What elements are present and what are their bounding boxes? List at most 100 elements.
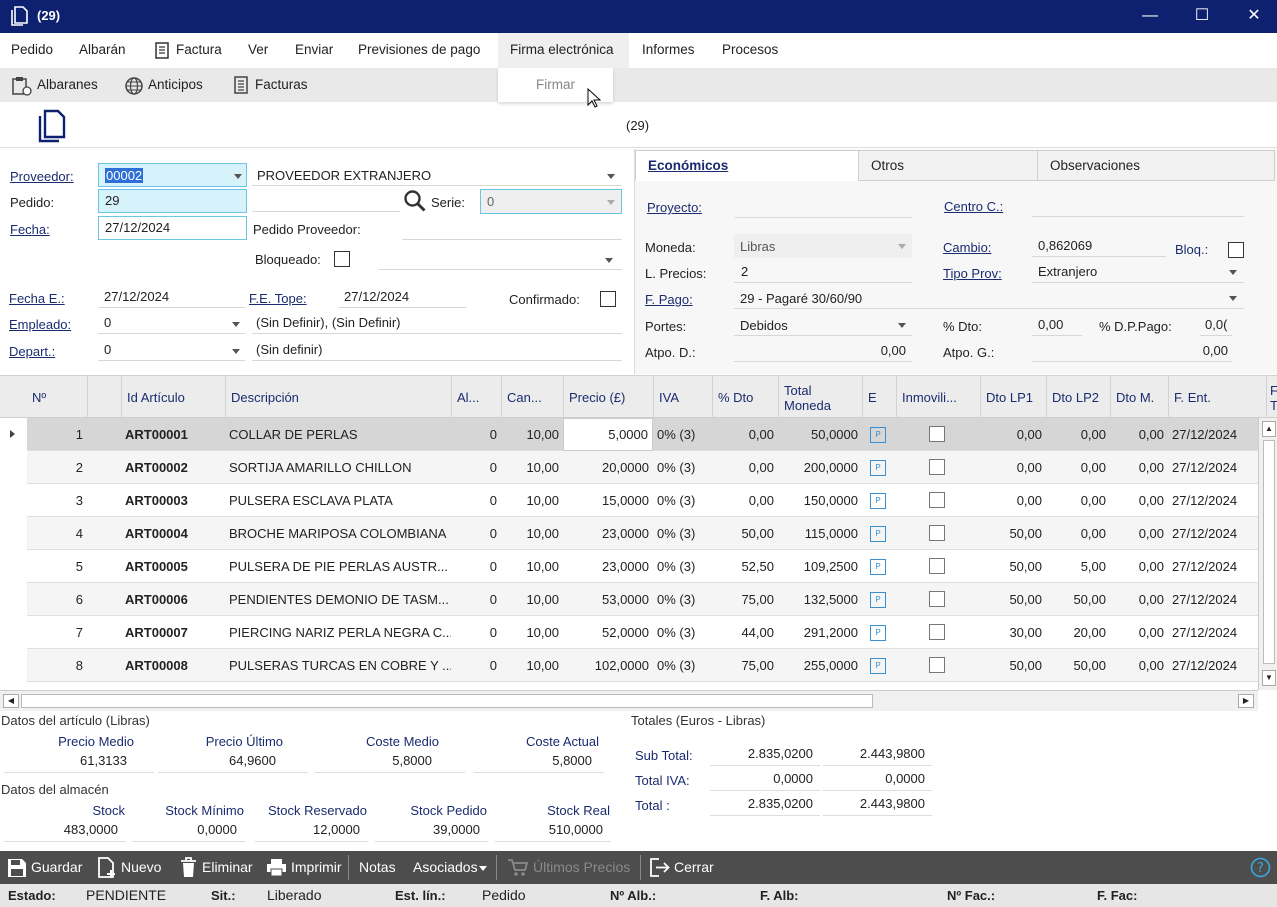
menu-previsiones-pago[interactable]: Previsiones de pago <box>358 42 480 57</box>
cell-al[interactable]: 0 <box>451 649 501 682</box>
cell-dto[interactable]: 75,00 <box>712 583 778 616</box>
col-dto-lp1[interactable]: Dto LP1 <box>980 376 1046 419</box>
col-f-t[interactable]: F T <box>1266 376 1277 419</box>
cell-lp2[interactable]: 50,00 <box>1046 583 1110 616</box>
help-icon[interactable]: ? <box>1250 857 1271 878</box>
col-e[interactable]: E <box>862 376 896 419</box>
nuevo-button[interactable]: Nuevo <box>121 859 161 875</box>
cell-desc[interactable]: PENDIENTES DEMONIO DE TASM... <box>225 583 451 616</box>
cell-n[interactable]: 1 <box>27 418 87 451</box>
fe-tope-input[interactable]: 27/12/2024 <box>338 286 466 308</box>
cell-fent[interactable]: 27/12/2024 <box>1168 517 1258 550</box>
atpog-input[interactable]: 0,00 <box>1032 340 1232 362</box>
cell-desc[interactable]: PIERCING NARIZ PERLA NEGRA C... <box>225 616 451 649</box>
cell-desc[interactable]: PULSERA ESCLAVA PLATA <box>225 484 451 517</box>
cell-lp1[interactable]: 50,00 <box>980 649 1046 682</box>
table-row[interactable]: 7 ART00007 PIERCING NARIZ PERLA NEGRA C...… <box>0 616 1258 649</box>
chevron-down-icon[interactable] <box>607 174 615 179</box>
cell-id[interactable]: ART00004 <box>121 517 225 550</box>
cambio-label[interactable]: Cambio: <box>943 240 991 255</box>
fpago-select[interactable]: 29 - Pagaré 30/60/90 <box>734 287 1244 309</box>
table-row[interactable]: 5 ART00005 PULSERA DE PIE PERLAS AUSTR... 0… <box>0 550 1258 583</box>
cell-can[interactable]: 10,00 <box>501 517 563 550</box>
cell-can[interactable]: 10,00 <box>501 418 563 451</box>
fecha-e-input[interactable]: 27/12/2024 <box>98 286 245 308</box>
tab-economicos[interactable]: Económicos <box>635 150 859 181</box>
cell-iva[interactable]: 0% (3) <box>653 649 712 682</box>
ultimos-precios-button[interactable]: Últimos Precios <box>533 859 630 875</box>
vertical-scrollbar[interactable]: ▲ ▼ <box>1258 418 1277 690</box>
cell-precio[interactable]: 15,0000 <box>563 484 653 517</box>
menu-firma-electronica[interactable]: Firma electrónica <box>510 42 614 57</box>
cell-al[interactable]: 0 <box>451 418 501 451</box>
cell-can[interactable]: 10,00 <box>501 649 563 682</box>
chevron-down-icon[interactable] <box>1229 296 1237 301</box>
cell-total[interactable]: 132,5000 <box>778 583 862 616</box>
albaranes-button[interactable]: Albaranes <box>37 77 98 92</box>
col-num[interactable]: Nº <box>27 376 87 419</box>
anticipos-button[interactable]: Anticipos <box>148 77 203 92</box>
col-blank[interactable] <box>87 376 121 419</box>
proveedor-code-input[interactable]: 00002 <box>98 163 247 187</box>
chevron-down-icon[interactable] <box>479 866 487 871</box>
chevron-down-icon[interactable] <box>607 200 615 205</box>
cell-fent[interactable]: 27/12/2024 <box>1168 418 1258 451</box>
portes-select[interactable]: Debidos <box>734 314 912 336</box>
cell-total[interactable]: 291,2000 <box>778 616 862 649</box>
empleado-select[interactable]: 0 <box>98 312 245 334</box>
cell-iva[interactable]: 0% (3) <box>653 418 712 451</box>
cell-id[interactable]: ART00002 <box>121 451 225 484</box>
imprimir-button[interactable]: Imprimir <box>291 859 342 875</box>
cell-precio[interactable]: 20,0000 <box>563 451 653 484</box>
cell-lp1[interactable]: 50,00 <box>980 517 1046 550</box>
scroll-left-icon[interactable]: ◀ <box>3 694 19 708</box>
cell-m[interactable]: 0,00 <box>1110 451 1168 484</box>
cell-desc[interactable]: PULSERA DE PIE PERLAS AUSTR... <box>225 550 451 583</box>
cell-lp1[interactable]: 0,00 <box>980 451 1046 484</box>
cell-dto[interactable]: 0,00 <box>712 418 778 451</box>
cell-fent[interactable]: 27/12/2024 <box>1168 451 1258 484</box>
cell-desc[interactable]: PULSERAS TURCAS EN COBRE Y ... <box>225 649 451 682</box>
cell-dto[interactable]: 0,00 <box>712 451 778 484</box>
table-row[interactable]: 8 ART00008 PULSERAS TURCAS EN COBRE Y ... 0… <box>0 649 1258 682</box>
cell-iva[interactable]: 0% (3) <box>653 517 712 550</box>
col-precio[interactable]: Precio (£) <box>563 376 653 419</box>
inmovilizado-checkbox[interactable] <box>929 657 945 673</box>
cell-fent[interactable]: 27/12/2024 <box>1168 649 1258 682</box>
menu-procesos[interactable]: Procesos <box>722 42 778 57</box>
tab-observaciones[interactable]: Observaciones <box>1037 150 1275 181</box>
cell-al[interactable]: 0 <box>451 484 501 517</box>
cell-fent[interactable]: 27/12/2024 <box>1168 484 1258 517</box>
cell-precio[interactable]: 23,0000 <box>563 550 653 583</box>
cell-total[interactable]: 255,0000 <box>778 649 862 682</box>
cell-desc[interactable]: SORTIJA AMARILLO CHILLON <box>225 451 451 484</box>
col-inmovilizado[interactable]: Inmovili... <box>896 376 980 419</box>
cell-dto[interactable]: 75,00 <box>712 649 778 682</box>
col-dto[interactable]: % Dto <box>712 376 778 419</box>
fe-tope-label[interactable]: F.E. Tope: <box>249 291 307 306</box>
cell-id[interactable]: ART00005 <box>121 550 225 583</box>
cell-iva[interactable]: 0% (3) <box>653 451 712 484</box>
chevron-down-icon[interactable] <box>898 323 906 328</box>
cell-m[interactable]: 0,00 <box>1110 616 1168 649</box>
cell-m[interactable]: 0,00 <box>1110 583 1168 616</box>
cell-iva[interactable]: 0% (3) <box>653 550 712 583</box>
fecha-e-label[interactable]: Fecha E.: <box>9 291 65 306</box>
cell-lp2[interactable]: 5,00 <box>1046 550 1110 583</box>
proyecto-input[interactable] <box>735 196 912 218</box>
cell-lp2[interactable]: 0,00 <box>1046 484 1110 517</box>
cell-precio[interactable]: 5,0000 <box>563 418 653 451</box>
cell-can[interactable]: 10,00 <box>501 616 563 649</box>
cell-dto[interactable]: 52,50 <box>712 550 778 583</box>
table-row[interactable]: 3 ART00003 PULSERA ESCLAVA PLATA 0 10,00 15,0… <box>0 484 1258 517</box>
maximize-button[interactable]: ☐ <box>1176 0 1228 33</box>
depart-label[interactable]: Depart.: <box>9 344 55 359</box>
cell-total[interactable]: 109,2500 <box>778 550 862 583</box>
empleado-label[interactable]: Empleado: <box>9 317 71 332</box>
minimize-button[interactable]: — <box>1124 0 1176 33</box>
dpago-input[interactable]: 0,0( <box>1200 314 1232 336</box>
cell-m[interactable]: 0,00 <box>1110 550 1168 583</box>
cell-m[interactable]: 0,00 <box>1110 517 1168 550</box>
scroll-down-icon[interactable]: ▼ <box>1262 670 1276 686</box>
bloqueado-checkbox[interactable] <box>334 251 350 267</box>
